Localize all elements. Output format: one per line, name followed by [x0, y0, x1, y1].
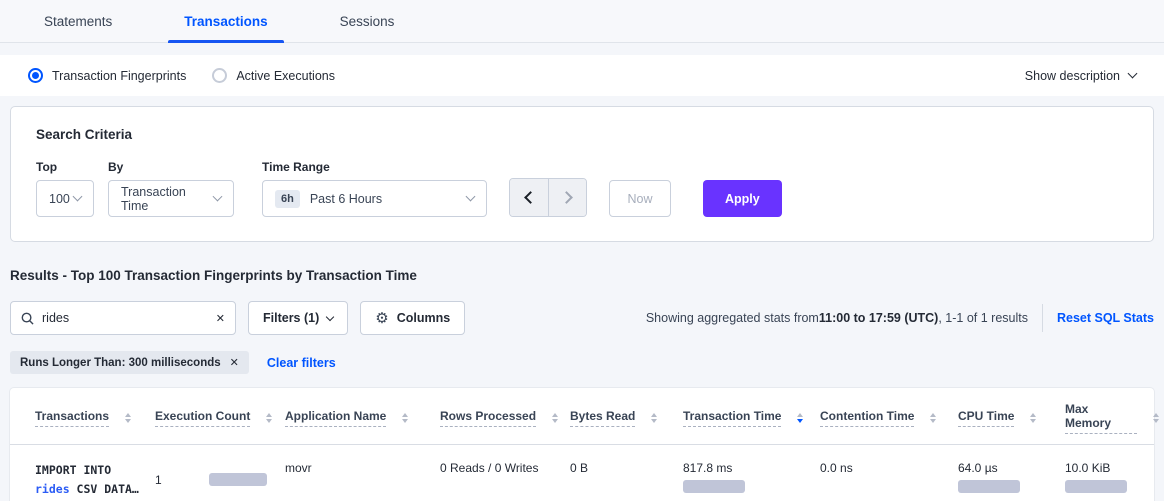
column-header-rows-processed: Rows Processed: [440, 388, 570, 444]
search-match-highlight: rides: [35, 482, 70, 496]
clear-search-icon[interactable]: ✕: [216, 312, 225, 325]
transaction-time-cell: 817.8 ms: [683, 445, 820, 501]
search-input[interactable]: [42, 311, 208, 325]
radio-unselected-icon[interactable]: [212, 68, 227, 83]
chevron-down-icon: [326, 313, 334, 321]
sort-icon[interactable]: [930, 413, 936, 424]
filter-pill-label: Runs Longer Than: 300 milliseconds: [20, 357, 221, 369]
radio-selected-icon[interactable]: [28, 68, 43, 83]
sort-icon[interactable]: [651, 413, 657, 424]
table-header-row: Transactions Execution Count Application…: [10, 388, 1154, 445]
view-radio-group: Transaction Fingerprints Active Executio…: [28, 68, 335, 83]
chevron-down-icon: [466, 192, 476, 202]
time-prev-button[interactable]: [510, 179, 548, 216]
column-header-cpu-time: CPU Time: [958, 388, 1065, 444]
column-header-execution-count: Execution Count: [155, 388, 285, 444]
top-label: Top: [36, 160, 94, 174]
by-label: By: [108, 160, 234, 174]
filters-button[interactable]: Filters (1): [248, 301, 348, 335]
arrow-left-icon: [524, 191, 537, 204]
time-range-field: Time Range 6h Past 6 Hours: [262, 160, 487, 217]
contention-time-cell: 0.0 ns: [820, 445, 958, 501]
by-field: By Transaction Time: [108, 160, 234, 217]
results-heading: Results - Top 100 Transaction Fingerprin…: [10, 268, 1164, 283]
top-field: Top 100: [36, 160, 94, 217]
column-header-contention-time: Contention Time: [820, 388, 958, 444]
clear-filters-link[interactable]: Clear filters: [267, 356, 336, 370]
arrow-right-icon: [560, 191, 573, 204]
top-value: 100: [49, 192, 70, 206]
radio-transaction-fingerprints[interactable]: Transaction Fingerprints: [28, 68, 186, 83]
column-header-transaction-time: Transaction Time: [683, 388, 820, 444]
reset-sql-stats-link[interactable]: Reset SQL Stats: [1057, 311, 1154, 325]
time-range-badge: 6h: [275, 190, 300, 208]
time-range-label: Time Range: [262, 160, 487, 174]
show-description-label: Show description: [1025, 69, 1120, 83]
sql-activity-tabbar: Statements Transactions Sessions: [0, 0, 1164, 43]
application-name-cell: movr: [285, 445, 440, 501]
column-header-max-memory: Max Memory: [1065, 388, 1159, 444]
column-header-transactions: Transactions: [35, 388, 155, 444]
radio-label: Active Executions: [236, 69, 335, 83]
by-select[interactable]: Transaction Time: [108, 180, 234, 217]
sort-icon-active-desc[interactable]: [797, 413, 803, 424]
search-criteria-title: Search Criteria: [36, 127, 1128, 142]
filters-label: Filters (1): [263, 311, 319, 325]
table-row: IMPORT INTO rides CSV DATA… 1 movr 0 Rea…: [10, 445, 1154, 501]
now-button[interactable]: Now: [609, 180, 671, 217]
sort-icon[interactable]: [125, 413, 131, 424]
results-search-box: ✕: [10, 301, 236, 335]
remove-filter-icon[interactable]: ✕: [230, 356, 239, 369]
by-value: Transaction Time: [121, 185, 214, 213]
radio-active-executions[interactable]: Active Executions: [212, 68, 335, 83]
search-icon: [21, 312, 34, 325]
stats-suffix: , 1-1 of 1 results: [938, 311, 1028, 325]
view-toggle-band: Transaction Fingerprints Active Executio…: [0, 55, 1164, 96]
tab-transactions[interactable]: Transactions: [168, 2, 283, 42]
vertical-divider: [1042, 304, 1043, 332]
active-filters-row: Runs Longer Than: 300 milliseconds ✕ Cle…: [10, 351, 1164, 374]
time-range-value: Past 6 Hours: [310, 192, 382, 206]
results-table: Transactions Execution Count Application…: [10, 388, 1154, 501]
transaction-fingerprint-link[interactable]: IMPORT INTO rides CSV DATA…: [35, 445, 155, 501]
sort-icon[interactable]: [402, 413, 408, 424]
bytes-read-cell: 0 B: [570, 445, 683, 501]
apply-button[interactable]: Apply: [703, 180, 782, 217]
time-range-select[interactable]: 6h Past 6 Hours: [262, 180, 487, 217]
columns-button[interactable]: ⚙ Columns: [360, 301, 465, 335]
time-nav-group: [509, 178, 587, 217]
search-criteria-panel: Search Criteria Top 100 By Transaction T…: [10, 106, 1154, 242]
max-memory-bar: [1065, 480, 1127, 493]
rows-processed-cell: 0 Reads / 0 Writes: [440, 445, 570, 501]
top-select[interactable]: 100: [36, 180, 94, 217]
results-controls-row: ✕ Filters (1) ⚙ Columns Showing aggregat…: [10, 301, 1154, 335]
column-header-application-name: Application Name: [285, 388, 440, 444]
tab-sessions[interactable]: Sessions: [324, 2, 411, 42]
column-header-bytes-read: Bytes Read: [570, 388, 683, 444]
stats-prefix: Showing aggregated stats from: [646, 311, 819, 325]
stats-range: 11:00 to 17:59 (UTC): [819, 311, 938, 325]
cpu-time-bar: [958, 480, 1020, 493]
time-next-button[interactable]: [548, 179, 586, 216]
gear-icon: ⚙: [375, 311, 388, 326]
execution-count-bar: [209, 473, 267, 486]
sort-icon[interactable]: [552, 413, 558, 424]
cpu-time-cell: 64.0 µs: [958, 445, 1065, 501]
aggregated-stats-text: Showing aggregated stats from 11:00 to 1…: [646, 311, 1028, 325]
sort-icon[interactable]: [266, 413, 272, 424]
sort-icon[interactable]: [1030, 413, 1036, 424]
show-description-toggle[interactable]: Show description: [1025, 69, 1136, 83]
columns-label: Columns: [397, 311, 450, 325]
chevron-down-icon: [1128, 69, 1138, 79]
transaction-time-bar: [683, 480, 745, 493]
sort-icon[interactable]: [1153, 413, 1159, 424]
search-criteria-controls: Top 100 By Transaction Time Time Range 6…: [36, 160, 1128, 217]
execution-count-cell: 1: [155, 445, 285, 501]
chevron-down-icon: [73, 192, 83, 202]
radio-label: Transaction Fingerprints: [52, 69, 186, 83]
filter-pill: Runs Longer Than: 300 milliseconds ✕: [10, 351, 249, 374]
tab-statements[interactable]: Statements: [28, 2, 128, 42]
max-memory-cell: 10.0 KiB: [1065, 445, 1159, 501]
